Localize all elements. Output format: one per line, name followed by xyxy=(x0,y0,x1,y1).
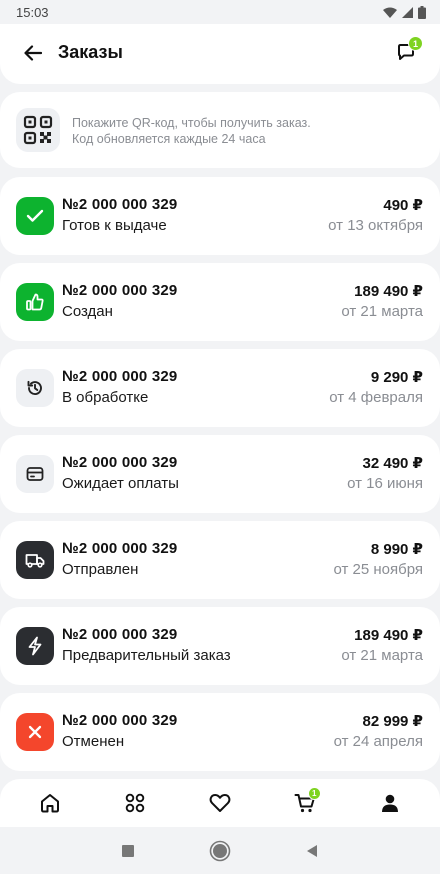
catalog-icon xyxy=(125,793,145,813)
page-title: Заказы xyxy=(58,42,123,62)
order-price: 189 490 ₽ xyxy=(354,627,423,644)
order-number: №2 000 000 329 xyxy=(62,712,178,729)
order-status: В обработке xyxy=(62,389,149,406)
favorites-icon xyxy=(209,794,231,812)
order-status: Отправлен xyxy=(62,561,139,578)
cross-icon xyxy=(16,713,54,751)
recents-button[interactable] xyxy=(116,839,140,863)
circle-icon xyxy=(209,840,231,861)
check-icon xyxy=(16,197,54,235)
order-card[interactable]: №2 000 000 329 Создан 189 490 ₽ от 21 ма… xyxy=(0,263,440,341)
chat-badge: 1 xyxy=(408,36,423,51)
triangle-back-icon xyxy=(307,844,317,857)
order-price: 9 290 ₽ xyxy=(370,369,423,386)
nav-catalog[interactable] xyxy=(113,781,157,825)
nav-favorites[interactable] xyxy=(198,781,242,825)
qr-hint-text: Покажите QR-код, чтобы получить заказ. К… xyxy=(72,115,412,147)
order-status: Ожидает оплаты xyxy=(62,475,179,492)
order-number: №2 000 000 329 xyxy=(62,368,178,385)
order-card[interactable]: №2 000 000 329 Отменен 82 999 ₽ от 24 ап… xyxy=(0,693,440,771)
order-status: Создан xyxy=(62,303,113,320)
order-number: №2 000 000 329 xyxy=(62,454,178,471)
order-date: от 21 марта xyxy=(341,647,423,664)
order-card[interactable]: №2 000 000 329 Отправлен 8 990 ₽ от 25 н… xyxy=(0,521,440,599)
battery-icon xyxy=(418,5,426,19)
order-date: от 13 октября xyxy=(328,217,423,234)
qr-hint-line1: Покажите QR-код, чтобы получить заказ. xyxy=(72,116,311,130)
order-status: Предварительный заказ xyxy=(62,647,231,664)
truck-icon xyxy=(16,541,54,579)
nav-home[interactable] xyxy=(28,781,72,825)
arrow-left-icon xyxy=(24,45,42,61)
order-card[interactable]: №2 000 000 329 Готов к выдаче 490 ₽ от 1… xyxy=(0,177,440,255)
cart-badge: 1 xyxy=(307,787,321,800)
order-price: 490 ₽ xyxy=(383,197,423,214)
profile-icon xyxy=(381,794,398,812)
bottom-navigation: 1 xyxy=(0,779,440,827)
home-system-button[interactable] xyxy=(208,839,232,863)
qr-code-icon xyxy=(16,108,60,152)
order-status: Готов к выдаче xyxy=(62,217,167,234)
home-icon xyxy=(41,794,60,813)
qr-banner[interactable]: Покажите QR-код, чтобы получить заказ. К… xyxy=(0,92,440,168)
nav-profile[interactable] xyxy=(368,781,412,825)
history-icon xyxy=(16,369,54,407)
chat-button[interactable]: 1 xyxy=(392,36,423,66)
order-price: 8 990 ₽ xyxy=(370,541,423,558)
card-icon xyxy=(16,455,54,493)
order-price: 82 999 ₽ xyxy=(362,713,423,730)
back-button[interactable] xyxy=(20,40,46,66)
order-price: 189 490 ₽ xyxy=(354,283,423,300)
back-system-button[interactable] xyxy=(300,839,324,863)
lightning-icon xyxy=(16,627,54,665)
order-date: от 16 июня xyxy=(347,475,423,492)
status-icons xyxy=(383,5,426,19)
order-date: от 4 февраля xyxy=(329,389,423,406)
order-number: №2 000 000 329 xyxy=(62,626,178,643)
order-card[interactable]: №2 000 000 329 Ожидает оплаты 32 490 ₽ о… xyxy=(0,435,440,513)
nav-cart[interactable]: 1 xyxy=(283,781,327,825)
order-status: Отменен xyxy=(62,733,125,750)
order-card[interactable]: №2 000 000 329 В обработке 9 290 ₽ от 4 … xyxy=(0,349,440,427)
order-date: от 25 ноября xyxy=(333,561,423,578)
order-number: №2 000 000 329 xyxy=(62,282,178,299)
order-date: от 24 апреля xyxy=(333,733,423,750)
order-card[interactable]: №2 000 000 329 Предварительный заказ 189… xyxy=(0,607,440,685)
status-bar: 15:03 xyxy=(0,0,440,24)
order-date: от 21 марта xyxy=(341,303,423,320)
wifi-icon xyxy=(383,7,397,18)
thumbs-up-icon xyxy=(16,283,54,321)
app-header: Заказы 1 xyxy=(0,24,440,84)
order-number: №2 000 000 329 xyxy=(62,196,178,213)
order-price: 32 490 ₽ xyxy=(362,455,423,472)
signal-icon xyxy=(402,6,413,18)
order-number: №2 000 000 329 xyxy=(62,540,178,557)
square-icon xyxy=(122,844,134,857)
system-navigation-bar xyxy=(0,827,440,874)
status-time: 15:03 xyxy=(16,4,49,20)
qr-hint-line2: Код обновляется каждые 24 часа xyxy=(72,132,266,146)
